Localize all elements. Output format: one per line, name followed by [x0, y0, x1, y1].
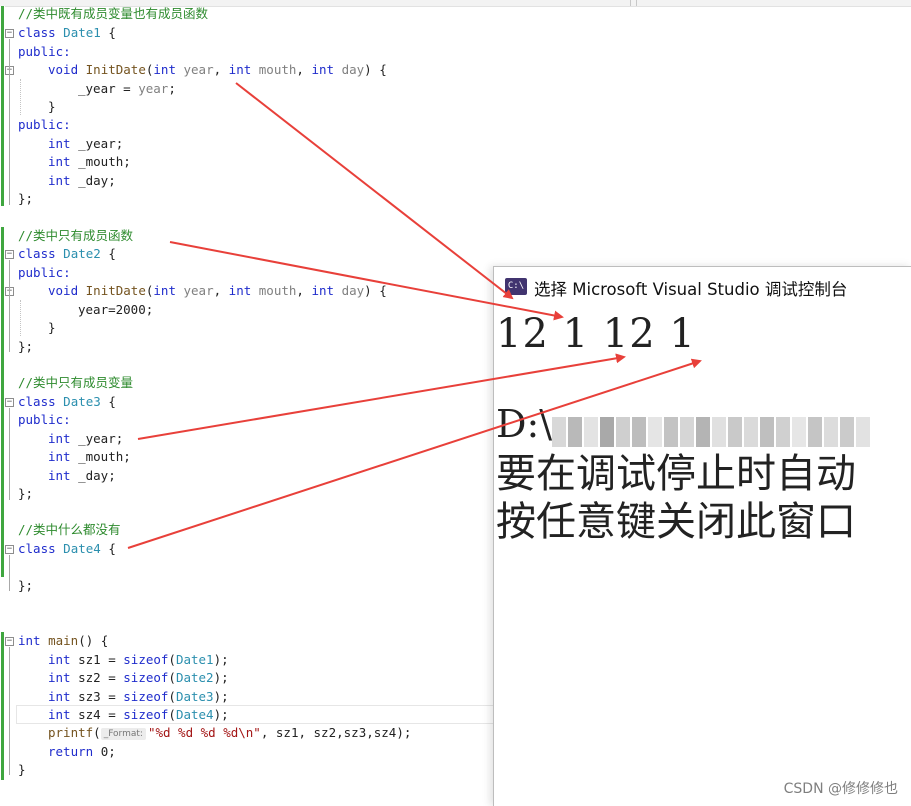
arrow-date1: [235, 82, 514, 300]
annotation-arrows: [127, 82, 702, 549]
arrow-date2: [169, 241, 564, 321]
arrow-date4: [127, 358, 702, 549]
arrow-date3: [137, 353, 626, 440]
